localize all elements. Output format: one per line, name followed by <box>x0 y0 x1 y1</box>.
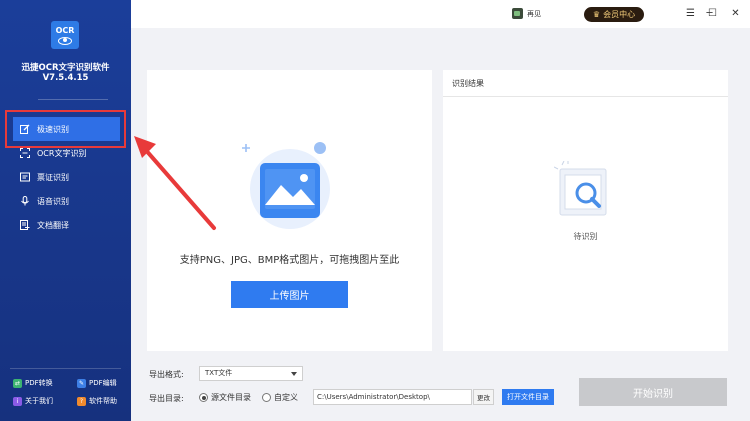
pending-recognition-icon <box>554 161 607 216</box>
custom-dir-radio[interactable]: 自定义 <box>262 392 298 403</box>
result-panel: 识别结果 待识别 <box>443 70 728 351</box>
image-upload-icon <box>242 142 330 229</box>
pdf-convert-link[interactable]: ⇄ PDF转换 <box>13 378 53 388</box>
app-name: 迅捷OCR文字识别软件 <box>21 63 110 73</box>
close-icon[interactable]: ✕ <box>729 7 742 20</box>
custom-dir-label: 自定义 <box>274 393 298 402</box>
pdf-edit-link[interactable]: ✎ PDF编辑 <box>77 378 117 388</box>
pdf-convert-icon: ⇄ <box>13 378 22 388</box>
feedback-icon <box>512 8 523 19</box>
upload-image-button[interactable]: 上传图片 <box>231 281 348 308</box>
chevron-down-icon <box>291 372 297 376</box>
export-format-value: TXT文件 <box>205 369 233 377</box>
change-path-button[interactable]: 更改 <box>473 389 494 405</box>
feedback-button[interactable]: 再见 <box>512 8 541 19</box>
translate-icon <box>20 220 30 230</box>
result-status: 待识别 <box>573 232 598 241</box>
logo-text: OCR <box>55 25 75 35</box>
maximize-icon[interactable]: ☐ <box>706 7 719 20</box>
radio-checked-icon <box>199 393 208 402</box>
crown-icon: ♛ <box>592 10 601 19</box>
start-recognition-button[interactable]: 开始识别 <box>579 378 727 406</box>
sidebar-item-voice[interactable]: 语音识别 <box>13 189 120 213</box>
help-link[interactable]: ? 软件帮助 <box>77 396 117 406</box>
menu-icon[interactable]: ☰ <box>684 7 697 20</box>
about-label: 关于我们 <box>25 397 53 405</box>
sidebar-bottom-divider <box>10 368 121 369</box>
upload-hint: 支持PNG、JPG、BMP格式图片，可拖拽图片至此 <box>179 255 400 266</box>
source-dir-radio[interactable]: 源文件目录 <box>199 392 251 403</box>
app-logo: OCR <box>51 21 79 49</box>
pdf-edit-label: PDF编辑 <box>89 379 117 387</box>
sidebar: OCR 迅捷OCR文字识别软件 V7.5.4.15 极速识别 OCR文字识别 票… <box>0 0 131 421</box>
sidebar-item-label: OCR文字识别 <box>37 148 87 158</box>
export-format-label: 导出格式: <box>149 370 184 379</box>
open-directory-button[interactable]: 打开文件目录 <box>502 389 554 405</box>
radio-unchecked-icon <box>262 393 271 402</box>
vip-center-label: 会员中心 <box>603 10 636 19</box>
mic-icon <box>20 196 30 206</box>
annotation-highlight-box <box>5 110 126 148</box>
result-header: 识别结果 <box>443 70 728 97</box>
help-icon: ? <box>77 396 86 406</box>
about-icon: i <box>13 396 22 406</box>
feedback-label: 再见 <box>527 9 541 18</box>
export-path-input[interactable]: C:\Users\Administrator\Desktop\ <box>313 389 472 405</box>
sidebar-item-ticket[interactable]: 票证识别 <box>13 165 120 189</box>
export-dir-label: 导出目录: <box>149 394 184 403</box>
app-version: V7.5.4.15 <box>42 73 89 83</box>
annotation-arrow <box>134 136 216 230</box>
help-label: 软件帮助 <box>89 397 117 405</box>
ticket-icon <box>20 172 30 182</box>
sidebar-divider <box>38 99 108 100</box>
sidebar-item-translate[interactable]: 文档翻译 <box>13 213 120 237</box>
sidebar-item-label: 语音识别 <box>37 196 69 206</box>
source-dir-label: 源文件目录 <box>211 393 251 402</box>
pdf-convert-label: PDF转换 <box>25 379 53 387</box>
sidebar-item-label: 文档翻译 <box>37 220 69 230</box>
title-bar: 再见 ♛ 会员中心 ☰ ─ ☐ ✕ <box>131 0 750 28</box>
about-link[interactable]: i 关于我们 <box>13 396 53 406</box>
pdf-edit-icon: ✎ <box>77 378 86 388</box>
export-format-select[interactable]: TXT文件 <box>199 366 303 381</box>
sidebar-item-label: 票证识别 <box>37 172 69 182</box>
vip-center-button[interactable]: ♛ 会员中心 <box>584 7 644 22</box>
scan-icon <box>20 148 30 158</box>
eye-icon <box>58 36 72 45</box>
